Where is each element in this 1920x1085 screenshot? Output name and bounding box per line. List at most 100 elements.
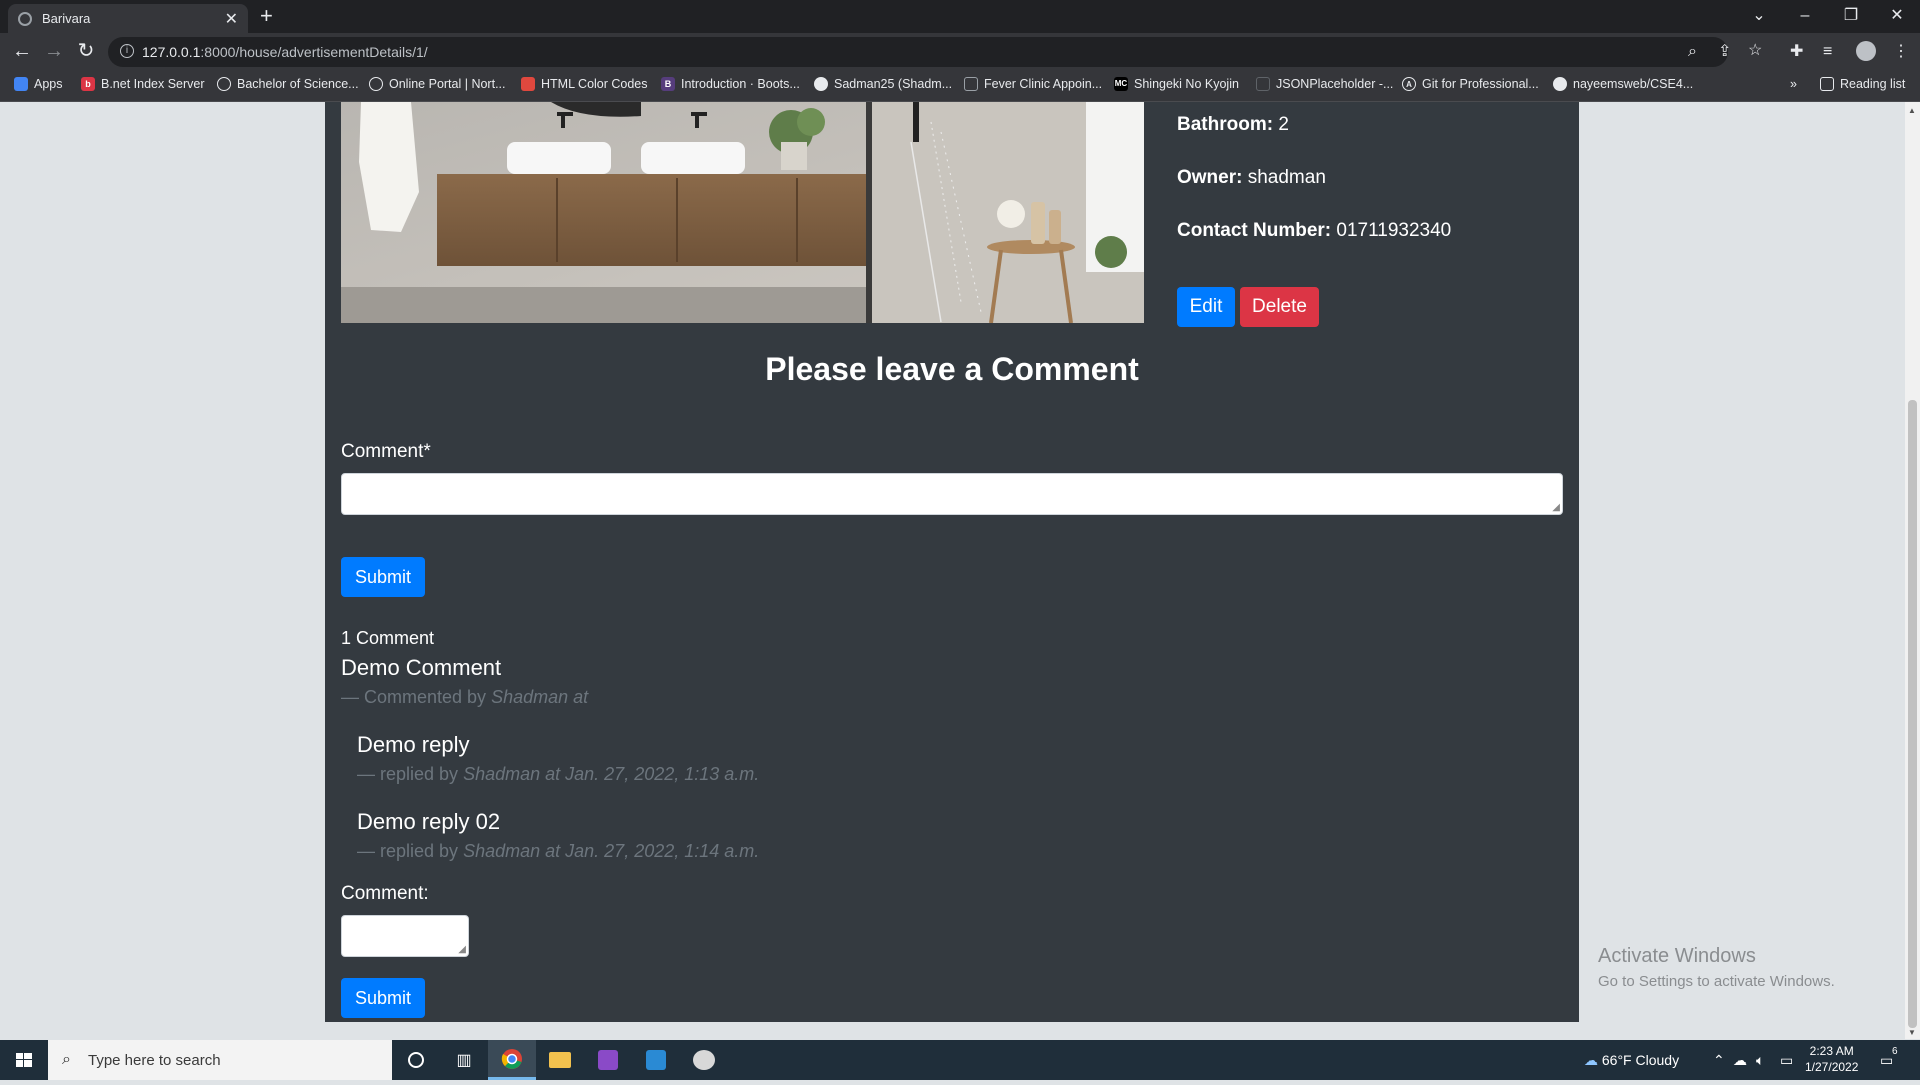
task-view-icon[interactable]: ▥ (440, 1040, 488, 1080)
page-scrollbar[interactable]: ▲ ▼ (1905, 102, 1920, 1039)
scrollbar-thumb[interactable] (1908, 400, 1917, 1028)
bookmark-bachelor[interactable]: Bachelor of Science... (217, 77, 359, 91)
show-hidden-icons[interactable]: ⌃ (1713, 1040, 1725, 1080)
json-icon (1256, 77, 1270, 91)
reply-author-date: Shadman at Jan. 27, 2022, 1:13 a.m. (463, 764, 760, 784)
bookmark-bootstrap[interactable]: B Introduction · Boots... (661, 77, 800, 91)
close-window-button[interactable]: ✕ (1874, 3, 1920, 29)
bookmark-html-color-codes[interactable]: HTML Color Codes (521, 77, 648, 91)
browser-toolbar: ← → ↻ i 127.0.0.1:8000/house/advertiseme… (0, 33, 1920, 71)
chrome-taskbar-icon[interactable] (488, 1040, 536, 1080)
more-bookmarks-icon[interactable]: » (1790, 77, 1797, 91)
scroll-down-icon[interactable]: ▼ (1908, 1028, 1916, 1037)
apps-grid-icon (14, 77, 28, 91)
reply-author-date: Shadman at Jan. 27, 2022, 1:14 a.m. (463, 841, 760, 861)
volume-icon[interactable]: 🔈︎ (1756, 1040, 1764, 1080)
bootstrap-icon: B (661, 77, 675, 91)
owner-detail: Owner: shadman (1177, 167, 1326, 189)
globe-icon (369, 77, 383, 91)
comment-count: 1 Comment (341, 628, 435, 648)
zoom-icon[interactable]: ⌕ (1688, 42, 1697, 62)
notifications-icon[interactable]: ▭ 6 (1880, 1040, 1898, 1080)
advertisement-card: Bathroom: 2 Owner: shadman Contact Numbe… (325, 102, 1579, 1022)
onedrive-icon[interactable]: ☁ (1733, 1040, 1747, 1080)
bathroom-value: 2 (1278, 114, 1289, 135)
resize-grip-icon[interactable]: ◢ (1552, 502, 1560, 513)
reply-textarea[interactable]: ◢ (341, 915, 469, 957)
comment-textarea[interactable]: ◢ (341, 473, 1563, 515)
comment-submit-button[interactable]: Submit (341, 557, 425, 597)
clock[interactable]: 2:23 AM 1/27/2022 (1805, 1043, 1858, 1075)
comment-field-label: Comment* (341, 441, 431, 462)
edit-button[interactable]: Edit (1177, 287, 1235, 327)
activate-windows-subtitle: Go to Settings to activate Windows. (1598, 973, 1835, 990)
url-path: :8000/house/advertisementDetails/1/ (200, 44, 428, 60)
reload-icon[interactable]: ↻ (72, 39, 100, 63)
tab-title: Barivara (42, 11, 91, 26)
paint-icon[interactable] (680, 1040, 728, 1080)
globe-icon (18, 11, 32, 26)
weather-widget[interactable]: ☁ 66°F Cloudy (1584, 1040, 1679, 1080)
tab-search-icon[interactable]: ⌄ (1736, 3, 1782, 29)
cortana-icon[interactable] (392, 1040, 440, 1080)
bathroom-detail: Bathroom: 2 (1177, 114, 1289, 136)
clock-date: 1/27/2022 (1805, 1060, 1859, 1074)
bookmark-apps[interactable]: Apps (14, 77, 63, 91)
extensions-icon[interactable]: ✚ (1790, 42, 1803, 62)
resize-grip-icon[interactable]: ◢ (458, 944, 466, 955)
comment-author: Shadman at (491, 687, 589, 707)
bookmark-fever-clinic[interactable]: Fever Clinic Appoin... (964, 77, 1102, 91)
profile-avatar[interactable] (1856, 41, 1876, 61)
menu-icon[interactable]: ⋮ (1893, 42, 1909, 62)
git-book-icon: A (1402, 77, 1416, 91)
chrome-icon (501, 1048, 522, 1069)
reading-list-icon (1820, 77, 1834, 91)
bookmark-github-nayeem[interactable]: nayeemsweb/CSE4... (1553, 77, 1693, 91)
mc-icon: MC (1114, 77, 1128, 91)
url-host: 127.0.0.1 (142, 44, 201, 60)
visual-studio-icon[interactable] (584, 1040, 632, 1080)
forward-icon[interactable]: → (40, 39, 68, 63)
vscode-icon[interactable] (632, 1040, 680, 1080)
notification-count: 6 (1892, 1046, 1898, 1057)
network-icon[interactable]: ▭ (1780, 1040, 1793, 1080)
b-logo-icon: b (81, 77, 95, 91)
restore-button[interactable]: ❐ (1828, 3, 1874, 29)
clinic-icon (964, 77, 978, 91)
delete-button[interactable]: Delete (1240, 287, 1319, 327)
bookmark-git[interactable]: A Git for Professional... (1402, 77, 1539, 91)
comment-text: Demo Comment (341, 655, 502, 680)
bookmark-online-portal[interactable]: Online Portal | Nort... (369, 77, 506, 91)
bathroom-label: Bathroom: (1177, 114, 1274, 135)
bookmark-star-icon[interactable]: ☆ (1748, 41, 1762, 61)
address-bar[interactable]: i 127.0.0.1:8000/house/advertisementDeta… (108, 37, 1762, 67)
reply-meta: — replied by Shadman at Jan. 27, 2022, 1… (357, 764, 760, 784)
reading-list-button[interactable]: Reading list (1820, 77, 1905, 91)
reply-text: Demo reply (357, 732, 470, 757)
minimize-button[interactable]: – (1782, 3, 1828, 29)
close-tab-icon[interactable]: ✕ (225, 9, 238, 29)
taskbar-search[interactable]: ⌕ Type here to search (48, 1040, 392, 1080)
browser-tab-bar: Barivara ✕ + ⌄ – ❐ ✕ (0, 0, 1920, 33)
browser-tab[interactable]: Barivara ✕ (8, 4, 248, 33)
back-icon[interactable]: ← (8, 39, 36, 63)
bookmark-jsonplaceholder[interactable]: JSONPlaceholder -... (1256, 77, 1393, 91)
github-icon (814, 77, 828, 91)
reply-text: Demo reply 02 (357, 809, 501, 834)
search-icon: ⌕ (62, 1051, 71, 1068)
bookmark-bnet[interactable]: b B.net Index Server (81, 77, 205, 91)
start-button[interactable] (0, 1040, 48, 1080)
page-viewport: Bathroom: 2 Owner: shadman Contact Numbe… (0, 102, 1905, 1039)
new-tab-button[interactable]: + (260, 4, 273, 28)
reply-meta: — replied by Shadman at Jan. 27, 2022, 1… (357, 841, 760, 861)
reply-submit-button[interactable]: Submit (341, 978, 425, 1018)
share-icon[interactable]: ⇪ (1718, 42, 1731, 62)
bookmark-github-sadman[interactable]: Sadman25 (Shadm... (814, 77, 952, 91)
bookmark-shingeki[interactable]: MC Shingeki No Kyojin (1114, 77, 1239, 91)
site-info-icon[interactable]: i (120, 44, 134, 58)
scroll-up-icon[interactable]: ▲ (1908, 106, 1916, 115)
reading-mode-icon[interactable]: ≡ (1823, 42, 1832, 62)
clock-time: 2:23 AM (1809, 1044, 1854, 1058)
color-codes-icon (521, 77, 535, 91)
file-explorer-icon[interactable] (536, 1040, 584, 1080)
